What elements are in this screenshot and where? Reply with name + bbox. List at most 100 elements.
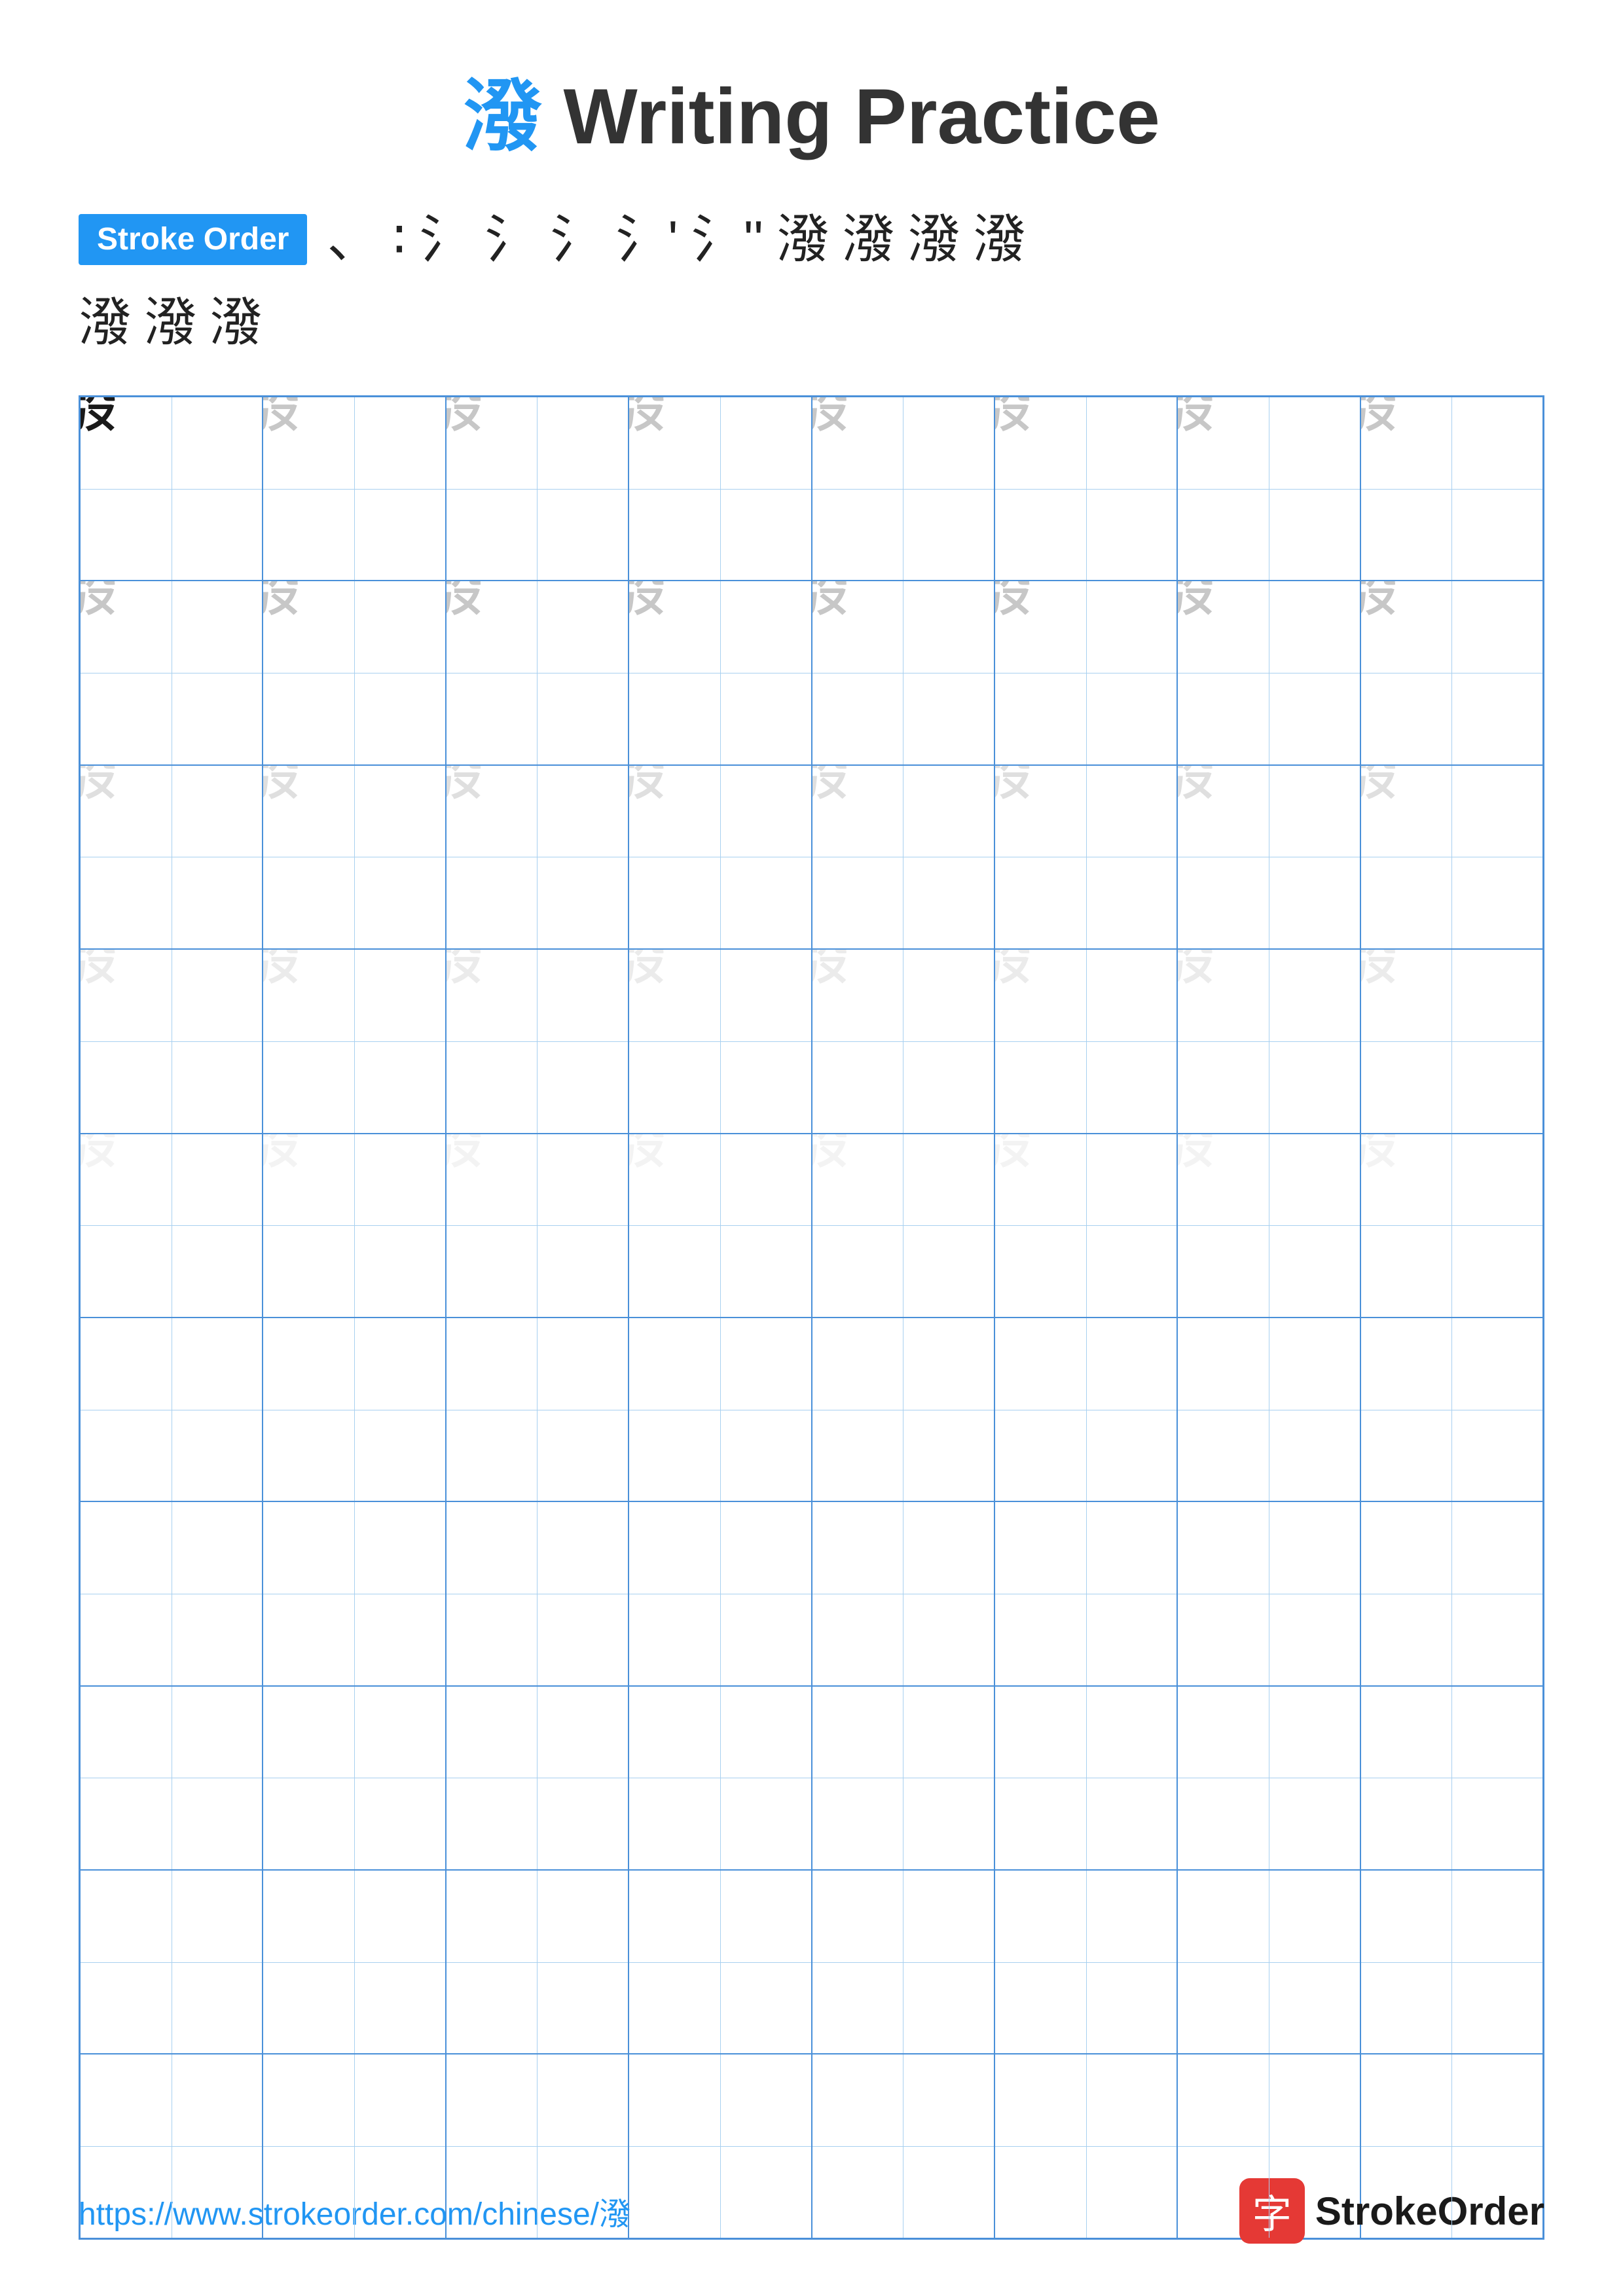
practice-char: 潑 [994,397,1086,489]
practice-char: 潑 [263,1134,354,1226]
practice-char: 潑 [1360,765,1452,857]
grid-cell: 潑 [1177,1134,1360,1318]
practice-char: 潑 [1177,949,1269,1041]
grid-cell [812,1318,994,1501]
stroke-char-3: 氵 [419,206,471,274]
stroke-row2-char-1: 潑 [79,280,131,356]
practice-char: 潑 [446,1134,538,1226]
grid-cell: 潑 [80,397,263,581]
practice-char: 潑 [629,1134,720,1226]
practice-char: 潑 [812,581,903,673]
grid-row: 潑潑潑潑潑潑潑潑 [80,1134,1543,1318]
grid-cell: 潑 [446,1134,629,1318]
grid-cell: 潑 [263,397,445,581]
grid-cell: 潑 [812,949,994,1133]
grid-cell [446,1686,629,1870]
grid-cell: 潑 [1177,581,1360,764]
grid-cell: 潑 [812,765,994,949]
title-rest: Writing Practice [541,73,1160,160]
footer-logo-icon: 字 [1239,2178,1305,2244]
grid-cell [80,1318,263,1501]
practice-char: 潑 [1177,397,1269,489]
grid-cell [812,1870,994,2054]
grid-cell [263,1870,445,2054]
grid-cell [1360,1501,1543,1685]
grid-cell [446,1870,629,2054]
grid-cell [994,1686,1177,1870]
practice-char: 潑 [1177,581,1269,673]
grid-cell: 潑 [1360,397,1543,581]
practice-char: 潑 [80,397,172,489]
footer-logo: 字 StrokeOrder [1239,2178,1544,2244]
grid-cell [80,1686,263,1870]
practice-char: 潑 [629,397,720,489]
grid-cell: 潑 [263,581,445,764]
footer-logo-text: StrokeOrder [1315,2189,1544,2234]
grid-cell: 潑 [263,1134,445,1318]
practice-char: 潑 [1360,581,1452,673]
grid-cell: 潑 [1177,765,1360,949]
practice-char: 潑 [80,765,172,857]
stroke-char-7: 氵'' [691,206,764,274]
stroke-char-9: 潑 [842,206,894,274]
grid-cell: 潑 [812,581,994,764]
practice-char: 潑 [1177,1134,1269,1226]
grid-cell [1177,1870,1360,2054]
grid-cell [1177,1686,1360,1870]
practice-char: 潑 [812,765,903,857]
practice-char: 潑 [812,1134,903,1226]
grid-cell: 潑 [1360,581,1543,764]
grid-cell: 潑 [812,1134,994,1318]
grid-cell [80,1501,263,1685]
grid-cell [263,1686,445,1870]
practice-char: 潑 [263,397,354,489]
stroke-row2-char-3: 潑 [210,280,262,356]
stroke-row2-char-2: 潑 [144,280,196,356]
grid-cell: 潑 [629,949,811,1133]
practice-char: 潑 [994,949,1086,1041]
grid-cell: 潑 [446,765,629,949]
stroke-order-badge: Stroke Order [79,214,307,265]
grid-cell: 潑 [446,581,629,764]
grid-cell: 潑 [629,765,811,949]
page-title: 潑 Writing Practice [0,0,1623,206]
grid-cell: 潑 [1177,949,1360,1133]
practice-char: 潑 [263,581,354,673]
stroke-char-1: 、 [327,206,379,274]
grid-cell: 潑 [994,581,1177,764]
practice-char: 潑 [446,581,538,673]
grid-cell: 潑 [446,397,629,581]
grid-cell [446,1501,629,1685]
practice-char: 潑 [446,765,538,857]
grid-cell [994,1318,1177,1501]
grid-cell: 潑 [80,949,263,1133]
stroke-row2: 潑 潑 潑 [79,280,1544,356]
grid-cell: 潑 [1177,397,1360,581]
grid-row [80,1870,1543,2054]
grid-cell [446,1318,629,1501]
practice-char: 潑 [1360,397,1452,489]
practice-char: 潑 [1177,765,1269,857]
grid-row: 潑潑潑潑潑潑潑潑 [80,397,1543,581]
stroke-char-6: 氵' [615,206,678,274]
grid-cell: 潑 [263,765,445,949]
stroke-char-8: 潑 [776,206,829,274]
practice-char: 潑 [446,949,538,1041]
stroke-order-row: Stroke Order 、 ∶ 氵 氵 氵 氵' 氵'' 潑 潑 潑 潑 [79,206,1544,274]
grid-cell: 潑 [263,949,445,1133]
stroke-order-section: Stroke Order 、 ∶ 氵 氵 氵 氵' 氵'' 潑 潑 潑 潑 潑 … [0,206,1623,356]
grid-row [80,1318,1543,1501]
grid-cell [629,1870,811,2054]
practice-char: 潑 [629,581,720,673]
stroke-char-10: 潑 [907,206,960,274]
grid-cell [994,1870,1177,2054]
grid-cell [263,1501,445,1685]
grid-row [80,1686,1543,1870]
stroke-char-11: 潑 [973,206,1025,274]
grid-cell [812,1686,994,1870]
stroke-chars: 、 ∶ 氵 氵 氵 氵' 氵'' 潑 潑 潑 潑 [327,206,1025,274]
practice-char: 潑 [994,765,1086,857]
practice-grid: 潑潑潑潑潑潑潑潑潑潑潑潑潑潑潑潑潑潑潑潑潑潑潑潑潑潑潑潑潑潑潑潑潑潑潑潑潑潑潑潑 [79,395,1544,2240]
grid-cell: 潑 [446,949,629,1133]
practice-char: 潑 [263,949,354,1041]
